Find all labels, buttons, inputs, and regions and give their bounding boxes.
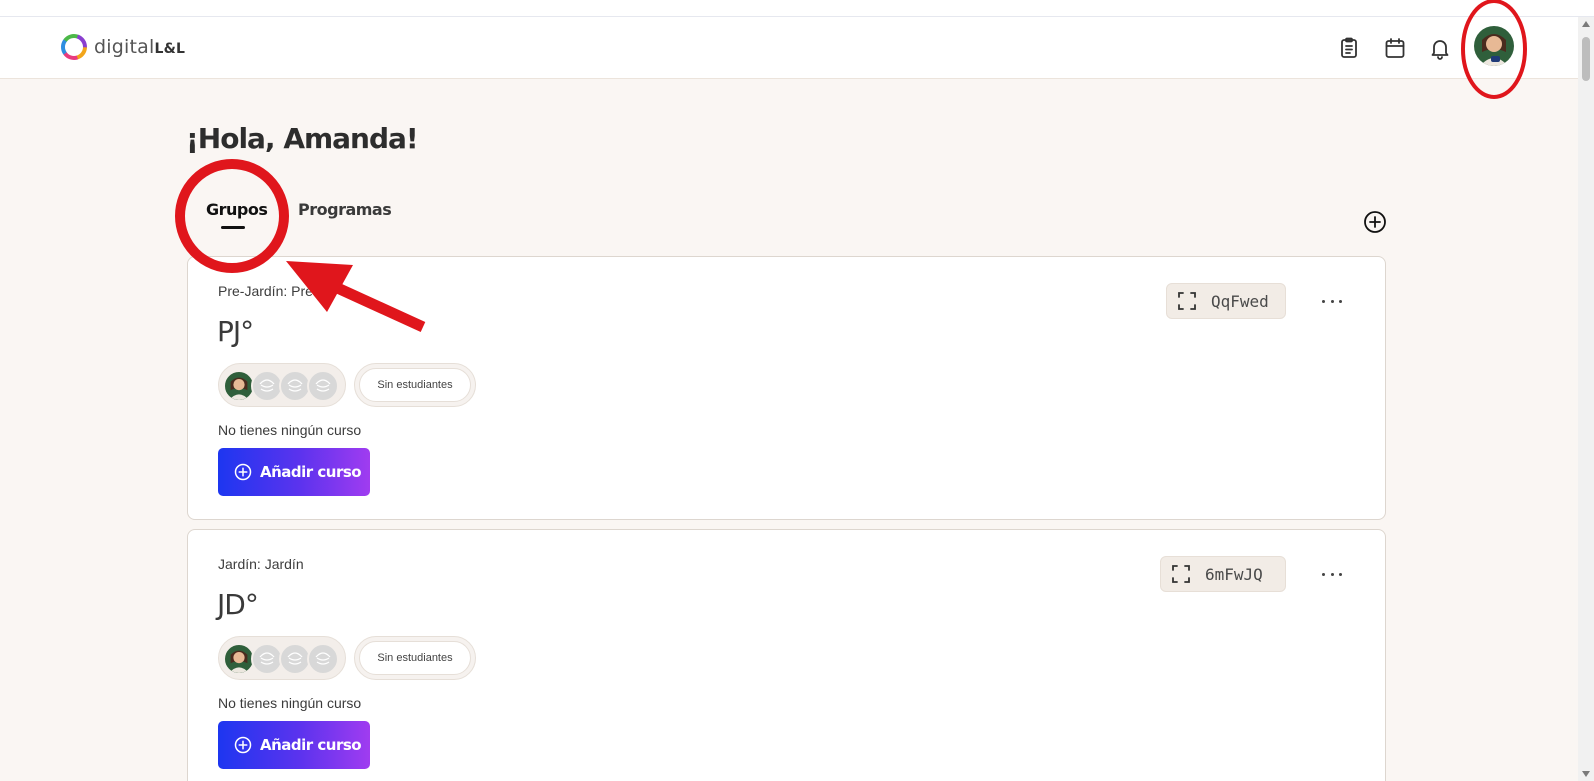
- more-options-icon[interactable]: [1322, 291, 1342, 311]
- add-course-button[interactable]: Añadir curso: [218, 721, 370, 769]
- page-greeting: ¡Hola, Amanda!: [186, 122, 419, 155]
- group-subtitle: Pre-Jardín: Pre-: [218, 283, 318, 299]
- group-code-text: QqFwed: [1211, 291, 1269, 311]
- tab-active-indicator: [221, 226, 245, 229]
- add-group-plus-icon[interactable]: [1363, 210, 1387, 234]
- group-code[interactable]: QqFwed: [1166, 283, 1286, 319]
- add-course-button[interactable]: Añadir curso: [218, 448, 370, 496]
- group-title: PJ°: [217, 315, 254, 348]
- top-header: digitalL&L: [0, 17, 1578, 79]
- no-course-text: No tienes ningún curso: [218, 695, 362, 711]
- brand-logo-mark: [61, 34, 87, 60]
- brand-suffix: L&L: [154, 41, 186, 57]
- browser-top-strip: [0, 0, 1594, 17]
- placeholder-avatar-icon: [307, 643, 339, 675]
- group-title: JD°: [217, 588, 259, 621]
- students-status[interactable]: Sin estudiantes: [354, 636, 476, 680]
- group-card[interactable]: Pre-Jardín: Pre- PJ° Sin estudiantes No …: [187, 256, 1386, 520]
- students-label: Sin estudiantes: [359, 641, 471, 675]
- tab-grupos-label: Grupos: [206, 200, 268, 219]
- user-avatar-image: [1474, 26, 1514, 66]
- placeholder-avatar-icon: [307, 370, 339, 402]
- brand-name: digitalL&L: [94, 36, 186, 58]
- plus-circle-icon: [234, 736, 252, 754]
- group-code-text: 6mFwJQ: [1205, 564, 1263, 584]
- clipboard-icon[interactable]: [1337, 36, 1361, 60]
- calendar-icon[interactable]: [1383, 36, 1407, 60]
- expand-icon: [1172, 565, 1190, 583]
- brand-logo[interactable]: digitalL&L: [58, 31, 185, 63]
- add-course-label: Añadir curso: [260, 736, 362, 754]
- members-avatars[interactable]: [218, 363, 346, 407]
- more-options-icon[interactable]: [1322, 564, 1342, 584]
- students-label: Sin estudiantes: [359, 368, 471, 402]
- scroll-thumb[interactable]: [1582, 37, 1590, 81]
- tab-programas[interactable]: Programas: [298, 200, 392, 219]
- add-course-label: Añadir curso: [260, 463, 362, 481]
- students-status[interactable]: Sin estudiantes: [354, 363, 476, 407]
- page-scrollbar[interactable]: [1578, 17, 1594, 781]
- group-subtitle: Jardín: Jardín: [218, 556, 304, 572]
- members-avatars[interactable]: [218, 636, 346, 680]
- group-card[interactable]: Jardín: Jardín JD° Sin estudiantes No ti…: [187, 529, 1386, 781]
- plus-circle-icon: [234, 463, 252, 481]
- tab-programas-label: Programas: [298, 200, 392, 219]
- expand-icon: [1178, 292, 1196, 310]
- no-course-text: No tienes ningún curso: [218, 422, 362, 438]
- group-code[interactable]: 6mFwJQ: [1160, 556, 1286, 592]
- scroll-down-arrow-icon[interactable]: [1582, 771, 1590, 777]
- tab-grupos[interactable]: Grupos: [206, 200, 268, 229]
- user-avatar[interactable]: [1474, 26, 1514, 66]
- scroll-up-arrow-icon[interactable]: [1582, 21, 1590, 27]
- bell-icon[interactable]: [1428, 36, 1452, 60]
